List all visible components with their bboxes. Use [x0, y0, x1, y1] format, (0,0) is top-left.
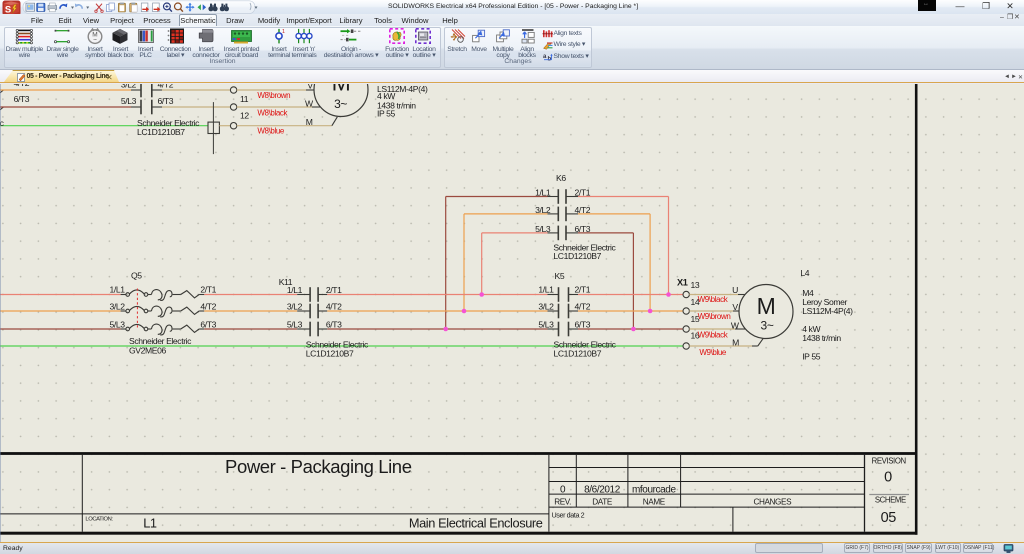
svg-text:L1: L1: [143, 515, 157, 530]
svg-text:SCHEME: SCHEME: [875, 495, 906, 504]
svg-text:8/6/2012: 8/6/2012: [584, 484, 621, 495]
svg-text:2/T1: 2/T1: [200, 284, 216, 294]
svg-text:4/T2: 4/T2: [575, 301, 591, 311]
svg-text:5/L3: 5/L3: [538, 319, 554, 329]
svg-text:1/L1: 1/L1: [535, 187, 551, 197]
svg-text:1/L1: 1/L1: [287, 284, 303, 294]
svg-text:CHANGES: CHANGES: [753, 497, 792, 506]
svg-text:1/L1: 1/L1: [538, 284, 554, 294]
svg-text:3~: 3~: [761, 318, 774, 332]
svg-text:0: 0: [560, 484, 566, 495]
svg-text:W9\black: W9\black: [698, 295, 729, 304]
svg-text:12: 12: [240, 110, 249, 120]
svg-text:5/L3: 5/L3: [287, 319, 303, 329]
svg-text:LC1D1210B7: LC1D1210B7: [554, 348, 602, 358]
svg-text:05: 05: [881, 509, 897, 525]
svg-text:V: V: [307, 84, 313, 91]
svg-text:W9\brown: W9\brown: [698, 312, 731, 321]
svg-text:W9\blue: W9\blue: [699, 348, 726, 357]
svg-text:2/T1: 2/T1: [575, 284, 591, 294]
svg-text:1438 tr/min: 1438 tr/min: [802, 333, 841, 343]
svg-text:M: M: [306, 116, 313, 126]
svg-text:3/L2: 3/L2: [121, 84, 137, 90]
svg-text:Q5: Q5: [131, 270, 142, 280]
svg-text:IP 55: IP 55: [377, 108, 396, 118]
svg-text:X1: X1: [677, 277, 688, 287]
svg-text:2/T1: 2/T1: [575, 187, 591, 197]
svg-text:GV2ME06: GV2ME06: [129, 345, 166, 355]
svg-text:M: M: [732, 337, 739, 347]
svg-text:4/T2: 4/T2: [14, 84, 30, 88]
svg-text:~: ~: [93, 36, 97, 43]
svg-text:3/L2: 3/L2: [287, 301, 303, 311]
svg-text:DATE: DATE: [592, 497, 613, 506]
svg-text:REVISION: REVISION: [872, 456, 906, 465]
svg-text:W: W: [305, 98, 314, 108]
svg-text:0: 0: [884, 469, 892, 485]
svg-text:3~: 3~: [334, 96, 347, 110]
svg-text:3/L2: 3/L2: [109, 301, 125, 311]
svg-text:mfourcade: mfourcade: [632, 484, 676, 495]
svg-text:4/T2: 4/T2: [575, 204, 591, 214]
svg-text:W8\blue: W8\blue: [257, 126, 284, 135]
svg-text:W9\black: W9\black: [698, 330, 729, 339]
svg-text:LOCATION:: LOCATION:: [85, 516, 113, 522]
svg-text:User data 2: User data 2: [552, 510, 585, 519]
svg-text:1: 1: [282, 29, 285, 35]
svg-text:K5: K5: [555, 271, 565, 281]
svg-text:LC1D1210B7: LC1D1210B7: [306, 348, 354, 358]
svg-text:4/T2: 4/T2: [326, 301, 342, 311]
svg-text:1/L1: 1/L1: [109, 284, 125, 294]
svg-text:LC1D1210B7: LC1D1210B7: [553, 251, 601, 261]
svg-text:2/T1: 2/T1: [326, 284, 342, 294]
svg-text:W8\black: W8\black: [257, 108, 288, 117]
svg-text:3/L2: 3/L2: [538, 301, 554, 311]
svg-text:4/T2: 4/T2: [158, 84, 174, 90]
svg-text:6/T3: 6/T3: [326, 319, 342, 329]
svg-text:Power - Packaging Line: Power - Packaging Line: [225, 455, 412, 476]
svg-text:6/T3: 6/T3: [200, 319, 216, 329]
svg-text:11: 11: [240, 93, 249, 103]
svg-text:4 kW: 4 kW: [377, 90, 396, 100]
svg-text:Schneider Electric: Schneider Electric: [129, 336, 192, 346]
svg-text:K6: K6: [556, 173, 566, 183]
svg-text:L4: L4: [800, 268, 809, 278]
svg-text:M: M: [757, 293, 776, 319]
svg-text:W: W: [731, 320, 740, 330]
svg-text:3/L2: 3/L2: [535, 204, 551, 214]
svg-text:Main Electrical Enclosure: Main Electrical Enclosure: [409, 515, 543, 530]
svg-text:NAME: NAME: [643, 497, 666, 506]
svg-text:5/L3: 5/L3: [121, 95, 137, 105]
svg-text:4/T2: 4/T2: [200, 301, 216, 311]
svg-text:6/T3: 6/T3: [158, 95, 174, 105]
svg-text:V: V: [732, 302, 738, 312]
svg-text:LC1D1210B7: LC1D1210B7: [137, 126, 185, 136]
svg-text:6/T3: 6/T3: [575, 223, 591, 233]
svg-text:IP 55: IP 55: [802, 351, 821, 361]
svg-text:W8\brown: W8\brown: [257, 91, 290, 100]
svg-text:M: M: [332, 84, 351, 96]
svg-text:LS112M-4P(4): LS112M-4P(4): [802, 306, 853, 316]
svg-text:5/L3: 5/L3: [109, 319, 125, 329]
svg-text:U: U: [732, 285, 738, 295]
svg-text:13: 13: [691, 279, 700, 289]
svg-text:6/T3: 6/T3: [14, 94, 30, 104]
svg-text:6/T3: 6/T3: [575, 319, 591, 329]
svg-text:5/L3: 5/L3: [535, 223, 551, 233]
svg-text:REV.: REV.: [554, 497, 571, 506]
